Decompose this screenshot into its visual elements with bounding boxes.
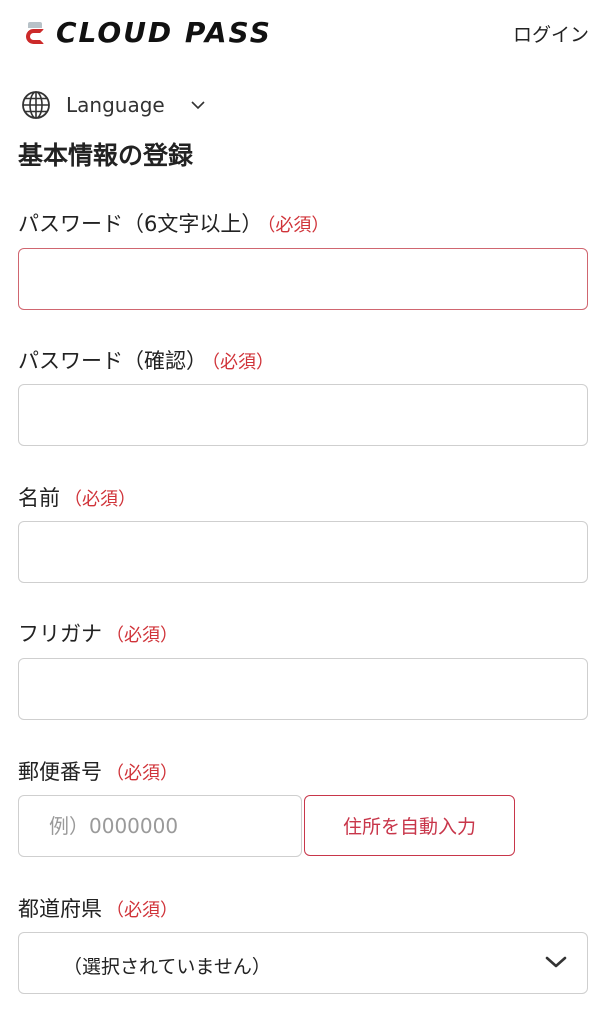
- password-confirm-label: パスワード（確認） （必須）: [18, 345, 274, 375]
- header: CLOUD PASS ログイン: [0, 0, 607, 66]
- prefecture-selected-value: （選択されていません）: [63, 956, 271, 978]
- required-marker: （必須）: [211, 352, 274, 373]
- logo-mark-icon: [26, 20, 46, 46]
- password-confirm-input[interactable]: [18, 384, 588, 446]
- language-label: Language: [66, 93, 165, 117]
- page-title: 基本情報の登録: [18, 141, 194, 170]
- furigana-label-text: フリガナ: [18, 622, 102, 646]
- prefecture-select[interactable]: （選択されていません）: [18, 932, 588, 994]
- postal-code-label: 郵便番号 （必須）: [18, 756, 178, 786]
- password-confirm-label-text: パスワード（確認）: [18, 349, 207, 373]
- required-marker: （必須）: [106, 763, 178, 784]
- postal-code-input[interactable]: [18, 795, 302, 857]
- password-label: パスワード（6文字以上） （必須）: [18, 208, 329, 238]
- logo-text: CLOUD PASS: [56, 16, 272, 49]
- chevron-down-icon: [191, 100, 205, 110]
- globe-icon: [20, 89, 52, 121]
- language-selector[interactable]: Language: [20, 88, 205, 122]
- postal-code-label-text: 郵便番号: [18, 760, 102, 784]
- password-label-text: パスワード（6文字以上）: [18, 212, 263, 236]
- name-input[interactable]: [18, 521, 588, 583]
- address-autofill-button[interactable]: 住所を自動入力: [304, 795, 515, 856]
- password-input[interactable]: [18, 248, 588, 310]
- logo[interactable]: CLOUD PASS: [26, 16, 272, 49]
- prefecture-label-text: 都道府県: [18, 897, 102, 921]
- required-marker: （必須）: [64, 489, 136, 510]
- login-link[interactable]: ログイン: [513, 20, 589, 47]
- furigana-label: フリガナ （必須）: [18, 618, 178, 648]
- prefecture-label: 都道府県 （必須）: [18, 893, 178, 923]
- required-marker: （必須）: [266, 215, 330, 236]
- registration-page: CLOUD PASS ログイン Language 基本情報の登録 パスワード（6…: [0, 0, 607, 1024]
- name-label-text: 名前: [18, 486, 60, 510]
- required-marker: （必須）: [106, 625, 178, 646]
- chevron-down-icon: [545, 954, 567, 974]
- name-label: 名前 （必須）: [18, 482, 136, 512]
- furigana-input[interactable]: [18, 658, 588, 720]
- required-marker: （必須）: [106, 900, 178, 921]
